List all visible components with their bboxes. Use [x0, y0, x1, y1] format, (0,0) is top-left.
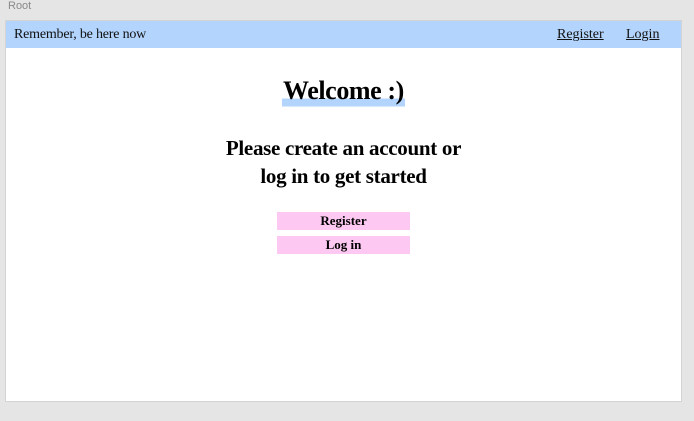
app-frame: Remember, be here now Register Login Wel…	[5, 20, 682, 402]
signup-prompt-line-2: log in to get started	[260, 164, 427, 188]
nav-login-link[interactable]: Login	[626, 27, 659, 43]
canvas-frame-label: Root	[8, 0, 32, 12]
brand-tagline: Remember, be here now	[14, 27, 147, 42]
top-navbar: Remember, be here now Register Login	[6, 21, 681, 48]
login-button[interactable]: Log in	[277, 236, 410, 254]
welcome-heading: Welcome :)	[282, 74, 405, 108]
signup-prompt-line-1: Please create an account or	[225, 136, 462, 160]
nav-register-link[interactable]: Register	[557, 27, 604, 43]
welcome-heading-container: Welcome :)	[6, 74, 681, 108]
signup-prompt: Please create an account or log in to ge…	[6, 134, 681, 190]
register-button[interactable]: Register	[277, 212, 410, 230]
